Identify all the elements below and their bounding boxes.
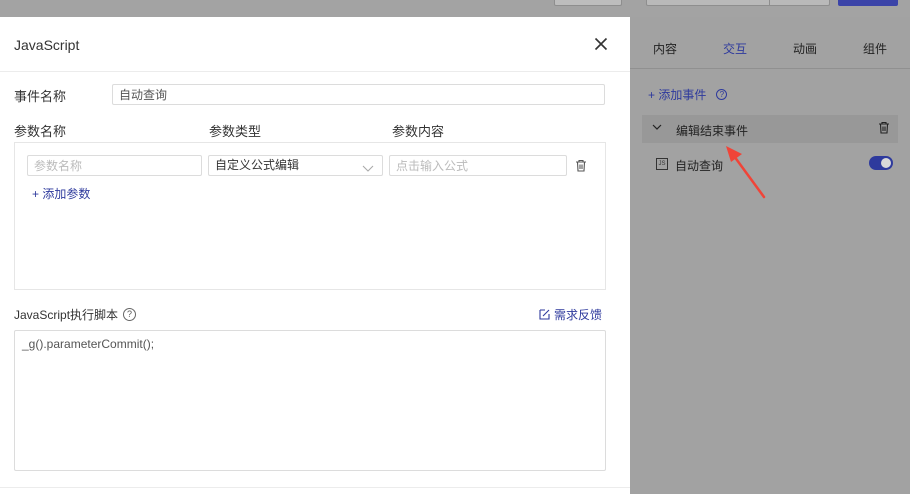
action-label: 自动查询 <box>675 159 724 173</box>
dialog-footer-divider <box>0 487 630 488</box>
tab-animation[interactable]: 动画 <box>770 34 840 64</box>
action-toggle[interactable] <box>869 156 893 170</box>
action-row[interactable]: JS 自动查询 <box>656 155 896 175</box>
feedback-link[interactable]: 需求反馈 <box>539 306 602 323</box>
add-event-label: + 添加事件 <box>648 88 707 102</box>
param-name-input[interactable] <box>27 155 202 176</box>
param-type-select[interactable]: 自定义公式编辑 <box>208 155 383 176</box>
background-input <box>646 0 830 6</box>
feedback-label: 需求反馈 <box>554 308 603 322</box>
panel-tabs: 内容 交互 动画 组件 <box>630 34 910 64</box>
event-row[interactable]: 编辑结束事件 <box>642 115 898 143</box>
dialog-title: JavaScript <box>14 37 80 53</box>
script-label-row: JavaScript执行脚本 ? <box>14 306 137 323</box>
tab-component[interactable]: 组件 <box>840 34 910 64</box>
help-icon[interactable]: ? <box>716 89 728 100</box>
param-name-header: 参数名称 <box>14 124 67 139</box>
javascript-dialog: JavaScript 事件名称 参数名称 参数类型 参数内容 自定义公式编辑 +… <box>0 17 630 494</box>
help-icon[interactable]: ? <box>123 308 137 321</box>
background-button-group <box>554 0 622 6</box>
background-toolbar <box>0 0 910 17</box>
param-type-header: 参数类型 <box>209 124 262 139</box>
chevron-down-icon <box>362 160 374 179</box>
trash-icon[interactable] <box>878 121 890 137</box>
param-content-input[interactable] <box>389 155 567 176</box>
delete-param-trash-icon[interactable] <box>575 159 587 175</box>
event-label: 编辑结束事件 <box>676 124 749 138</box>
add-param-button[interactable]: + 添加参数 <box>32 185 90 202</box>
script-code: _g().parameterCommit(); <box>22 337 155 351</box>
event-name-label: 事件名称 <box>14 89 67 104</box>
script-code-editor[interactable]: _g().parameterCommit(); <box>14 330 606 471</box>
param-type-value: 自定义公式编辑 <box>215 158 300 172</box>
close-icon[interactable] <box>594 37 610 53</box>
param-content-header: 参数内容 <box>392 124 445 139</box>
annotation-arrow-icon <box>726 146 766 199</box>
right-config-panel: 内容 交互 动画 组件 + 添加事件 ? 编辑结束事件 JS 自动查询 <box>630 17 910 494</box>
chevron-down-icon[interactable] <box>652 123 662 134</box>
edit-icon <box>539 309 550 320</box>
tab-interaction[interactable]: 交互 <box>700 34 770 64</box>
add-event-button[interactable]: + 添加事件 ? <box>648 86 728 103</box>
tabs-divider <box>630 68 910 69</box>
tab-content[interactable]: 内容 <box>630 34 700 64</box>
script-label: JavaScript执行脚本 <box>14 308 119 322</box>
dialog-header-divider <box>0 71 630 72</box>
event-name-input[interactable] <box>112 84 605 105</box>
background-primary-button <box>838 0 898 6</box>
js-icon: JS <box>656 158 668 170</box>
